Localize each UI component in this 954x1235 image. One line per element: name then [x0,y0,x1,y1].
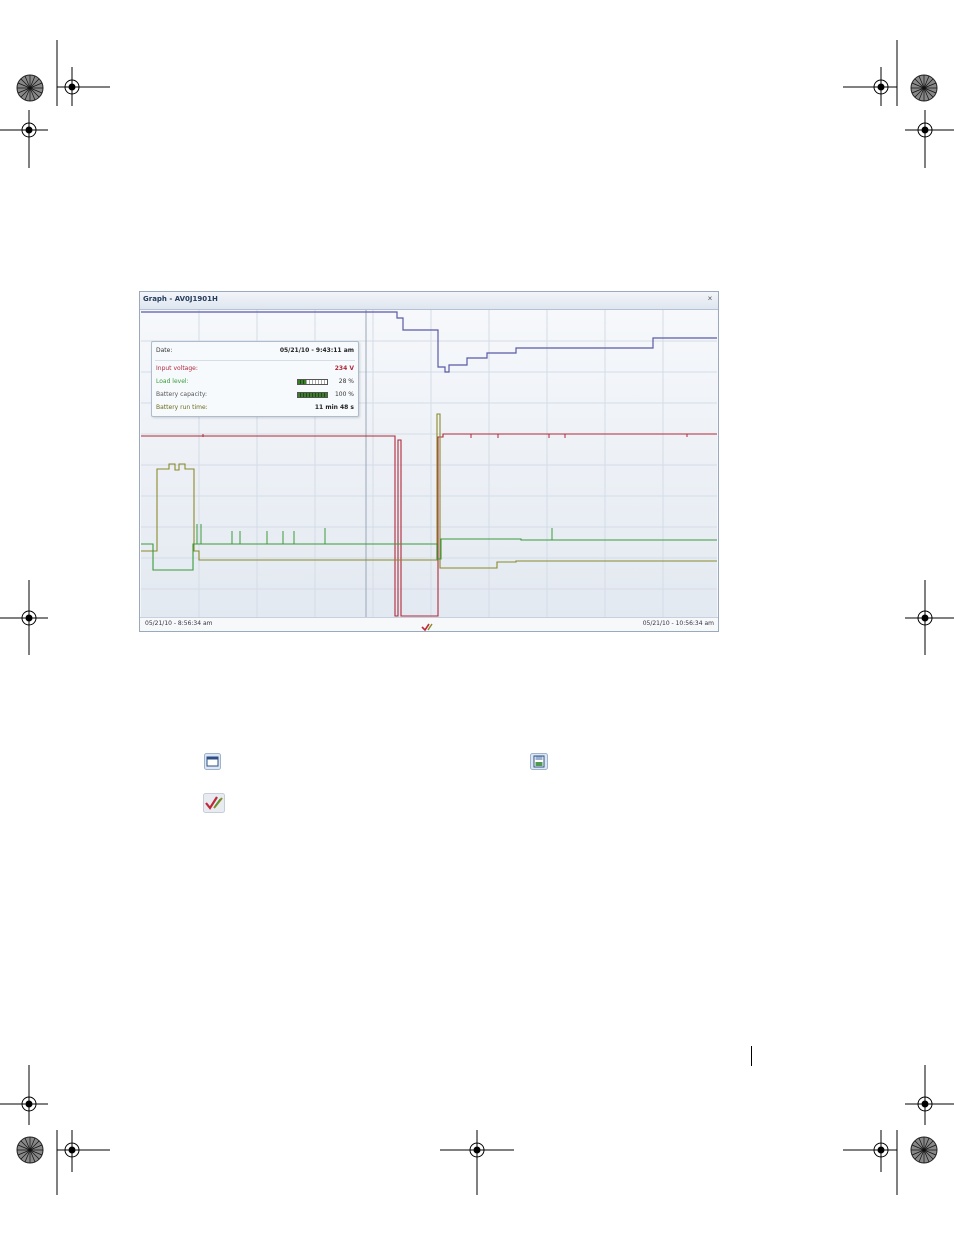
tooltip-battery-capacity-label: Battery capacity: [156,391,208,398]
load-level-bar-fill [298,380,307,384]
tooltip-battery-capacity-value: 100 % [334,391,354,398]
graph-start-time: 05/21/10 - 8:56:34 am [145,620,213,627]
window-icon [204,753,221,775]
tooltip-input-voltage-label: Input voltage: [156,365,198,372]
graph-window: Graph - AV0J1901H × Date: 05/21/10 - 9:4… [139,291,719,632]
graph-end-time: 05/21/10 - 10:56:34 am [642,620,714,627]
tooltip-load-level-value: 28 % [338,378,354,385]
load-level-bar [297,379,328,385]
tooltip-battery-runtime-label: Battery run time: [156,404,208,411]
tooltip-date-row: Date: 05/21/10 - 9:43:11 am [156,347,354,357]
tooltip-battery-capacity-row: Battery capacity: 100 % [156,391,354,401]
graph-footer: 05/21/10 - 8:56:34 am 05/21/10 - 10:56:3… [140,617,718,632]
tooltip-date-value: 05/21/10 - 9:43:11 am [279,347,354,354]
tooltip-load-level-row: Load level: 28 % [156,378,354,388]
data-tooltip: Date: 05/21/10 - 9:43:11 am Input voltag… [151,341,359,417]
check-edit-icon [203,793,225,818]
tooltip-divider [155,360,355,361]
tooltip-input-voltage-value: 234 V [334,365,354,372]
battery-capacity-bar-fill [298,393,327,397]
page-number-bar [751,1046,752,1066]
battery-capacity-bar [297,392,328,398]
tooltip-input-voltage-row: Input voltage: 234 V [156,365,354,375]
tooltip-battery-runtime-value: 11 min 48 s [314,404,354,411]
save-icon [530,753,548,775]
graph-titlebar[interactable]: Graph - AV0J1901H × [140,292,718,310]
tooltip-battery-runtime-row: Battery run time: 11 min 48 s [156,404,354,414]
check-edit-icon[interactable] [421,619,433,637]
graph-title: Graph - AV0J1901H [143,295,218,303]
close-icon[interactable]: × [705,294,715,304]
tooltip-load-level-label: Load level: [156,378,189,385]
tooltip-date-label: Date: [156,347,173,354]
